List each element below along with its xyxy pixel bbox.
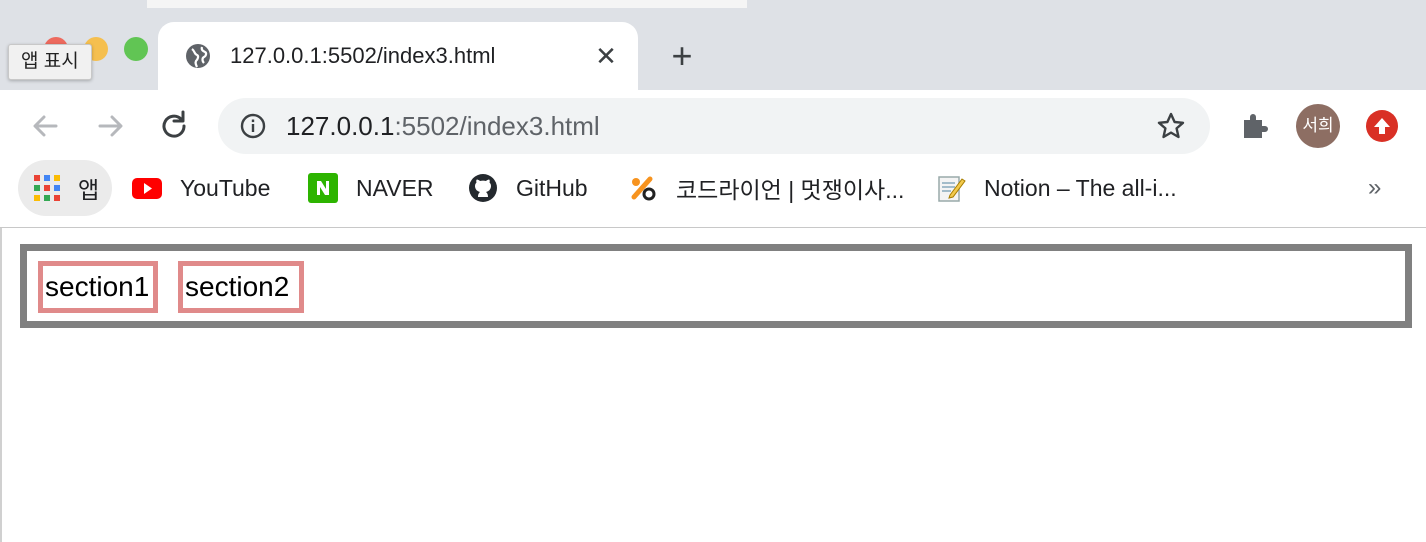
naver-icon: [308, 173, 338, 203]
apps-grid-icon: [34, 175, 60, 201]
globe-icon: [186, 44, 210, 68]
bookmarks-bar: 앱 YouTube NAVER GitHub 코드라이언 | 멋쟁이사... N…: [0, 160, 1426, 220]
bookmark-github[interactable]: GitHub: [468, 160, 588, 216]
bookmark-codelion[interactable]: 코드라이언 | 멋쟁이사...: [628, 160, 904, 216]
bookmark-label: GitHub: [516, 174, 588, 201]
close-icon[interactable]: ✕: [592, 42, 620, 70]
url-path: :5502/index3.html: [394, 111, 600, 141]
section-2: section2: [178, 261, 304, 313]
info-icon[interactable]: [240, 113, 266, 139]
bookmark-apps[interactable]: 앱: [18, 160, 112, 216]
address-bar[interactable]: 127.0.0.1:5502/index3.html: [218, 98, 1210, 154]
browser-chrome: 앱 표시 127.0.0.1:5502/index3.html ✕ + 127.…: [0, 0, 1426, 228]
star-icon[interactable]: [1156, 111, 1186, 141]
new-tab-button[interactable]: +: [664, 38, 700, 76]
arrow-right-icon: [98, 115, 123, 137]
back-button[interactable]: [26, 106, 66, 146]
reload-icon: [162, 110, 186, 138]
forward-button[interactable]: [90, 106, 130, 146]
tooltip: 앱 표시: [8, 44, 92, 80]
toolbar: 127.0.0.1:5502/index3.html 서희 앱 YouTube …: [0, 90, 1426, 228]
url-host: 127.0.0.1: [286, 111, 395, 141]
extensions-icon[interactable]: [1238, 110, 1270, 142]
bookmark-label: 앱: [78, 177, 100, 203]
section-1: section1: [38, 261, 158, 313]
bookmark-naver[interactable]: NAVER: [308, 160, 434, 216]
bookmark-notion[interactable]: Notion – The all-i...: [936, 160, 1177, 216]
bookmark-label: NAVER: [356, 174, 434, 201]
box-container: section1 section2: [20, 244, 1412, 328]
bookmarks-overflow-button[interactable]: »: [1368, 174, 1381, 202]
url-text[interactable]: 127.0.0.1:5502/index3.html: [286, 111, 600, 141]
background-window-peek: [147, 0, 747, 8]
bookmark-youtube[interactable]: YouTube: [132, 160, 270, 216]
bookmark-label: Notion – The all-i...: [984, 174, 1177, 201]
github-icon: [469, 174, 497, 202]
avatar[interactable]: 서희: [1296, 104, 1340, 148]
tab-active[interactable]: 127.0.0.1:5502/index3.html ✕: [158, 22, 638, 92]
tab-title: 127.0.0.1:5502/index3.html: [230, 43, 496, 68]
maximize-window-button[interactable]: [124, 37, 148, 61]
bookmark-label: YouTube: [180, 174, 271, 201]
arrow-left-icon: [33, 115, 58, 137]
notion-icon: [938, 176, 966, 202]
reload-button[interactable]: [154, 106, 194, 146]
youtube-icon: [132, 178, 162, 199]
arrow-up-icon: [1374, 118, 1390, 134]
update-button[interactable]: [1366, 110, 1398, 142]
page-content: section1 section2: [0, 228, 1426, 542]
codelion-icon: [631, 176, 656, 201]
bookmark-label: 코드라이언 | 멋쟁이사...: [676, 177, 905, 203]
